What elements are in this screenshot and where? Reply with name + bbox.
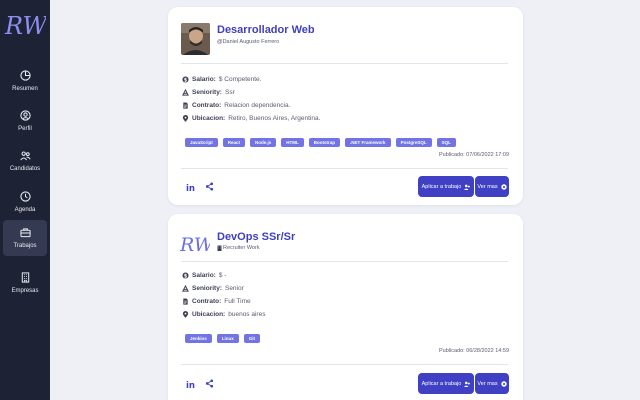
divider — [181, 168, 508, 169]
view-more-button[interactable]: Ver mas — [475, 176, 509, 197]
document-icon — [183, 298, 188, 305]
job-card: RW DevOps SSr/Sr Recruiter Work $ Salari… — [168, 214, 523, 400]
dollar-icon: $ — [182, 272, 189, 279]
divider — [181, 261, 508, 262]
skill-tag: Bootstrap — [308, 138, 341, 147]
tag-list: JavaScript React Node.js HTML Bootstrap … — [185, 138, 456, 147]
app-logo[interactable]: RW — [4, 10, 46, 40]
seniority-row: Seniority: Ssr — [182, 89, 235, 96]
skill-tag: Git — [243, 334, 261, 343]
skill-tag: Jenkins — [185, 334, 212, 343]
eye-icon — [500, 380, 507, 387]
sidebar-item-label: Trabajos — [13, 243, 37, 249]
job-title[interactable]: DevOps SSr/Sr — [217, 231, 295, 243]
share-icon[interactable] — [205, 379, 214, 388]
clock-icon — [19, 191, 31, 202]
published-date: Publicado: 07/06/2022 17:09 — [438, 152, 509, 158]
signal-icon — [182, 285, 189, 292]
divider — [181, 364, 508, 365]
share-icon[interactable] — [205, 182, 214, 191]
salary-row: $ Salario: $ Competente. — [182, 76, 262, 83]
sidebar-item-trabajos[interactable]: Trabajos — [3, 220, 47, 256]
document-icon — [183, 102, 188, 109]
svg-text:in: in — [186, 184, 195, 192]
linkedin-icon[interactable]: in — [186, 380, 195, 389]
users-icon — [19, 151, 31, 161]
sidebar-item-perfil[interactable]: Perfil — [3, 103, 47, 139]
company-name: @Daniel Augusto Ferrero — [217, 39, 280, 45]
skill-tag: .NET Framework — [345, 138, 391, 147]
sidebar-item-label: Perfil — [18, 126, 32, 132]
sidebar-item-resumen[interactable]: Resumen — [3, 63, 47, 99]
location-row: Ubicacion: buenos aires — [182, 311, 265, 318]
sidebar-item-agenda[interactable]: Agenda — [3, 184, 47, 220]
view-more-button[interactable]: Ver mas — [475, 373, 509, 394]
contract-row: Contrato: Full Time — [182, 298, 251, 305]
svg-text:in: in — [186, 381, 195, 389]
salary-row: $ Salario: $ - — [182, 272, 227, 279]
briefcase-icon — [19, 228, 31, 238]
job-card: Desarrollador Web @Daniel Augusto Ferrer… — [168, 7, 523, 205]
svg-text:RW: RW — [4, 12, 46, 40]
job-title[interactable]: Desarrollador Web — [217, 24, 315, 36]
sidebar-item-label: Empresas — [11, 288, 39, 294]
seniority-row: Seniority: Senior — [182, 285, 244, 292]
skill-tag: Linux — [216, 334, 239, 343]
sidebar: RW Resumen Perfil Candidatos Agenda Trab… — [0, 0, 50, 400]
company-name: Recruiter Work — [217, 245, 260, 251]
skill-tag: PostgreSQL — [395, 138, 432, 147]
user-plus-icon — [464, 184, 471, 190]
skill-tag: React — [222, 138, 246, 147]
map-pin-icon — [182, 311, 189, 318]
divider — [181, 63, 508, 64]
user-plus-icon — [464, 381, 471, 387]
linkedin-icon[interactable]: in — [186, 183, 195, 192]
sidebar-item-candidatos[interactable]: Candidatos — [3, 143, 47, 179]
building-icon — [21, 272, 29, 283]
user-circle-icon — [19, 110, 31, 121]
sidebar-item-label: Agenda — [14, 207, 36, 213]
svg-text:RW: RW — [180, 234, 210, 256]
skill-tag: HTML — [281, 138, 304, 147]
skill-tag: SQL — [436, 138, 456, 147]
published-date: Publicado: 06/28/2022 14:59 — [438, 348, 509, 354]
signal-icon — [182, 89, 189, 96]
location-row: Ubicacion: Retiro, Buenos Aires, Argentin… — [182, 115, 320, 122]
apply-button[interactable]: Aplicar a trabajo — [418, 373, 474, 394]
dollar-icon: $ — [182, 76, 189, 83]
building-icon — [217, 245, 222, 251]
sidebar-item-label: Resumen — [12, 86, 38, 92]
sidebar-item-label: Candidatos — [9, 166, 41, 172]
map-pin-icon — [182, 115, 189, 122]
apply-button[interactable]: Aplicar a trabajo — [418, 176, 474, 197]
skill-tag: JavaScript — [185, 138, 218, 147]
skill-tag: Node.js — [250, 138, 277, 147]
contract-row: Contrato: Relacion dependencia. — [182, 102, 290, 109]
sidebar-item-empresas[interactable]: Empresas — [3, 265, 47, 301]
pie-chart-icon — [19, 70, 31, 81]
avatar[interactable] — [181, 23, 210, 55]
company-logo[interactable]: RW — [180, 230, 210, 256]
tag-list: Jenkins Linux Git — [185, 334, 261, 343]
eye-icon — [500, 183, 507, 190]
